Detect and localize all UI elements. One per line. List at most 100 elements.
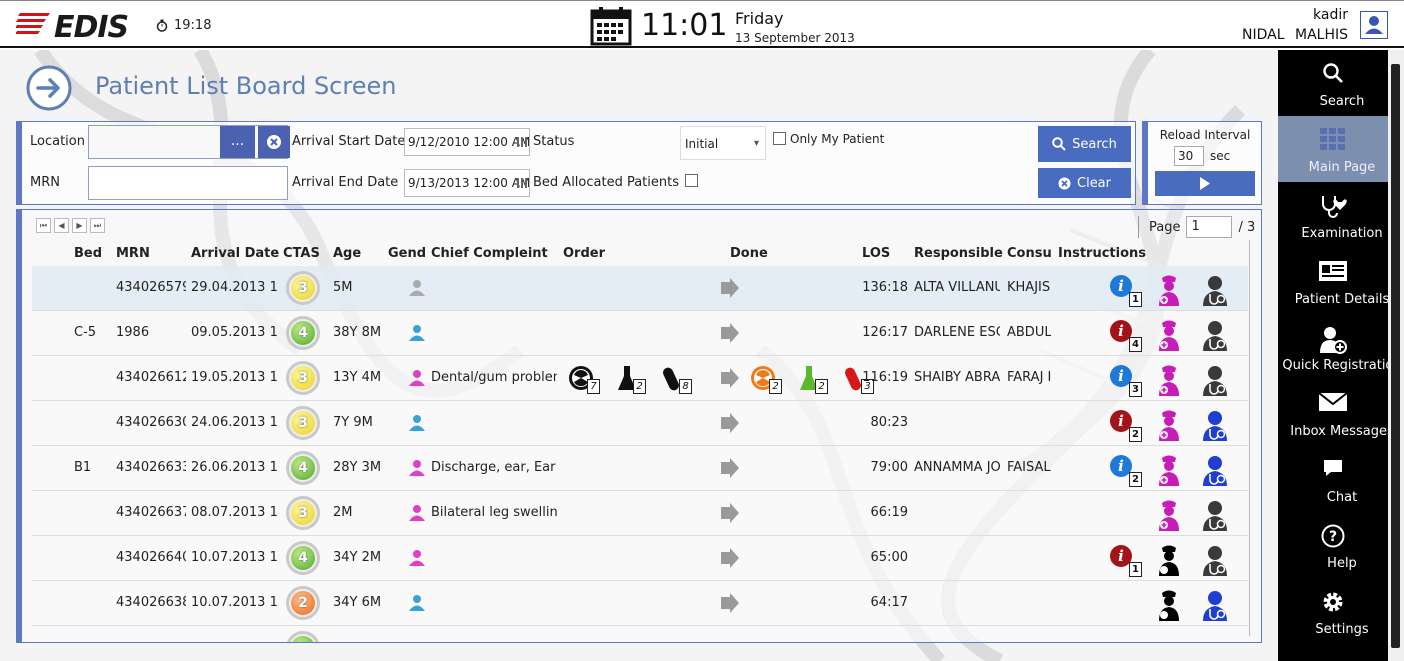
doctor-icon[interactable]: [1200, 273, 1232, 311]
arrow-right-icon[interactable]: [720, 593, 740, 617]
table-row[interactable]: 434026638 10.07.2013 11 2 34Y 6M 64:17: [32, 581, 1248, 626]
sidebar-item-help[interactable]: ? Help: [1278, 512, 1388, 578]
done-lab-flask-icon[interactable]: 2: [796, 364, 828, 394]
table-row[interactable]: 434026640 10.07.2013 10 4 34Y 2M 65:00 i 1: [32, 536, 1248, 581]
sidebar-item-main-page[interactable]: Main Page: [1278, 116, 1388, 182]
col-consultant[interactable]: Consul: [1007, 246, 1051, 261]
instructions-info-icon[interactable]: i4: [1110, 320, 1142, 352]
clear-button[interactable]: Clear: [1038, 168, 1131, 198]
table-row[interactable]: 434026579 29.04.2013 10 3 5M 136:18 ALTA VILL…: [32, 266, 1248, 311]
los-cell: 116:19: [862, 370, 908, 385]
datepicker-icon[interactable]: [517, 137, 527, 147]
doctor-icon[interactable]: [1200, 588, 1232, 626]
medication-icon[interactable]: 8: [660, 364, 692, 394]
first-page-button[interactable]: ⏮: [36, 218, 51, 233]
search-button[interactable]: Search: [1038, 126, 1131, 162]
location-clear-button[interactable]: [258, 126, 290, 158]
arrow-right-icon[interactable]: [720, 413, 740, 437]
sidebar-item-chat[interactable]: Chat: [1278, 446, 1388, 512]
doctor-icon[interactable]: [1200, 543, 1232, 581]
done-radiology-icon[interactable]: 2: [750, 364, 782, 394]
weekday: Friday: [735, 9, 784, 28]
col-instructions[interactable]: Instructions: [1058, 246, 1146, 261]
avatar[interactable]: [1360, 11, 1388, 39]
doctor-icon[interactable]: [1200, 498, 1232, 536]
col-mrn[interactable]: MRN: [116, 246, 150, 261]
sidebar-item-settings[interactable]: Settings: [1278, 578, 1388, 644]
grid-scrollbar[interactable]: [1249, 240, 1255, 636]
instructions-info-icon[interactable]: i1: [1110, 545, 1142, 577]
scrollbar-thumb[interactable]: [1391, 64, 1400, 648]
arrow-right-icon[interactable]: [720, 458, 740, 482]
datepicker-icon[interactable]: [517, 178, 527, 188]
arrival-date-cell: 10.07.2013 10: [191, 550, 277, 565]
prev-page-button[interactable]: ◀: [54, 218, 69, 233]
nurse-icon[interactable]: [1156, 453, 1182, 491]
nurse-icon[interactable]: [1156, 498, 1182, 536]
arrival-end-input[interactable]: 9/13/2013 12:00 AM: [404, 169, 530, 197]
col-ctas[interactable]: CTAS: [283, 246, 320, 261]
doctor-icon[interactable]: [1200, 318, 1232, 356]
last-page-button[interactable]: ⏭: [90, 218, 105, 233]
doctor-icon[interactable]: [1200, 453, 1232, 491]
table-row[interactable]: 434026630 24.06.2013 11 3 7Y 9M 80:23 i 2: [32, 401, 1248, 446]
bed-allocated-checkbox[interactable]: [685, 174, 698, 187]
col-chief-complaint[interactable]: Chief Compleint: [431, 246, 548, 261]
reload-play-button[interactable]: [1155, 171, 1255, 196]
instructions-info-icon[interactable]: i1: [1110, 275, 1142, 307]
instructions-info-icon[interactable]: i3: [1110, 365, 1142, 397]
los-cell: 79:00: [870, 460, 908, 475]
col-responsible[interactable]: Responsible: [914, 246, 1003, 261]
arrow-right-icon[interactable]: [720, 548, 740, 572]
table-row[interactable]: 434026637 08.07.2013 15 3 2M Bilateral leg s…: [32, 491, 1248, 536]
radiology-icon[interactable]: 7: [568, 364, 600, 394]
nurse-icon[interactable]: [1156, 543, 1182, 581]
consultant-cell: FAISAL: [1007, 460, 1051, 475]
instructions-info-icon[interactable]: i2: [1110, 410, 1142, 442]
app-window: EDIS 19:18 11:01 Friday 13 September 201…: [0, 0, 1404, 661]
location-lookup-button[interactable]: ...: [220, 126, 255, 158]
col-done[interactable]: Done: [730, 246, 768, 261]
nurse-icon[interactable]: [1156, 318, 1182, 356]
play-icon: [1200, 177, 1210, 190]
col-bed[interactable]: Bed: [74, 246, 102, 261]
sidebar-item-search[interactable]: Search: [1278, 50, 1388, 116]
table-row[interactable]: 434026612 19.05.2013 15 3 13Y 4M Dental/gum …: [32, 356, 1248, 401]
col-order[interactable]: Order: [563, 246, 605, 261]
reload-interval-input[interactable]: 30: [1174, 146, 1204, 166]
instructions-info-icon[interactable]: i2: [1110, 455, 1142, 487]
nurse-icon[interactable]: [1156, 408, 1182, 446]
mrn-input[interactable]: [88, 166, 288, 200]
window-scrollbar[interactable]: [1388, 50, 1404, 661]
col-gender[interactable]: Gend: [388, 246, 426, 261]
bed-allocated-label: Bed Allocated Patients: [533, 175, 680, 190]
arrow-right-icon[interactable]: [720, 368, 740, 392]
next-page-button[interactable]: ▶: [72, 218, 87, 233]
sidebar-item-quick-registration[interactable]: Quick Registration: [1278, 314, 1402, 380]
sidebar-item-inbox-messages[interactable]: Inbox Messages: [1278, 380, 1394, 446]
nurse-icon[interactable]: [1156, 363, 1182, 401]
table-row[interactable]: C-5 1986 09.05.2013 11 4 38Y 8M 126:17 DARLENE…: [32, 311, 1248, 356]
arrow-right-icon[interactable]: [720, 503, 740, 527]
lab-flask-icon[interactable]: 2: [614, 364, 646, 394]
arrival-start-input[interactable]: 9/12/2010 12:00 AM: [404, 128, 530, 156]
col-age[interactable]: Age: [333, 246, 361, 261]
table-row[interactable]: [32, 626, 1248, 642]
table-row[interactable]: B1 434026633 26.06.2013 10 4 28Y 3M Discharge…: [32, 446, 1248, 491]
arrival-date-cell: 19.05.2013 15: [191, 370, 277, 385]
col-arrival-date[interactable]: Arrival Date: [191, 246, 279, 261]
page-input[interactable]: 1: [1186, 216, 1233, 238]
arrow-right-icon[interactable]: [720, 278, 740, 302]
nurse-icon[interactable]: [1156, 273, 1182, 311]
timer-value: 19:18: [174, 18, 212, 33]
col-los[interactable]: LOS: [862, 246, 890, 261]
doctor-icon[interactable]: [1200, 408, 1232, 446]
arrow-right-icon[interactable]: [720, 323, 740, 347]
sidebar-item-examination[interactable]: Examination: [1278, 182, 1388, 248]
status-select[interactable]: Initial: [680, 126, 766, 161]
only-my-patient-checkbox[interactable]: [773, 132, 786, 145]
sidebar-item-patient-details[interactable]: Patient Details: [1278, 248, 1389, 314]
doctor-icon[interactable]: [1200, 363, 1232, 401]
back-arrow-icon[interactable]: [26, 65, 74, 113]
nurse-icon[interactable]: [1156, 588, 1182, 626]
